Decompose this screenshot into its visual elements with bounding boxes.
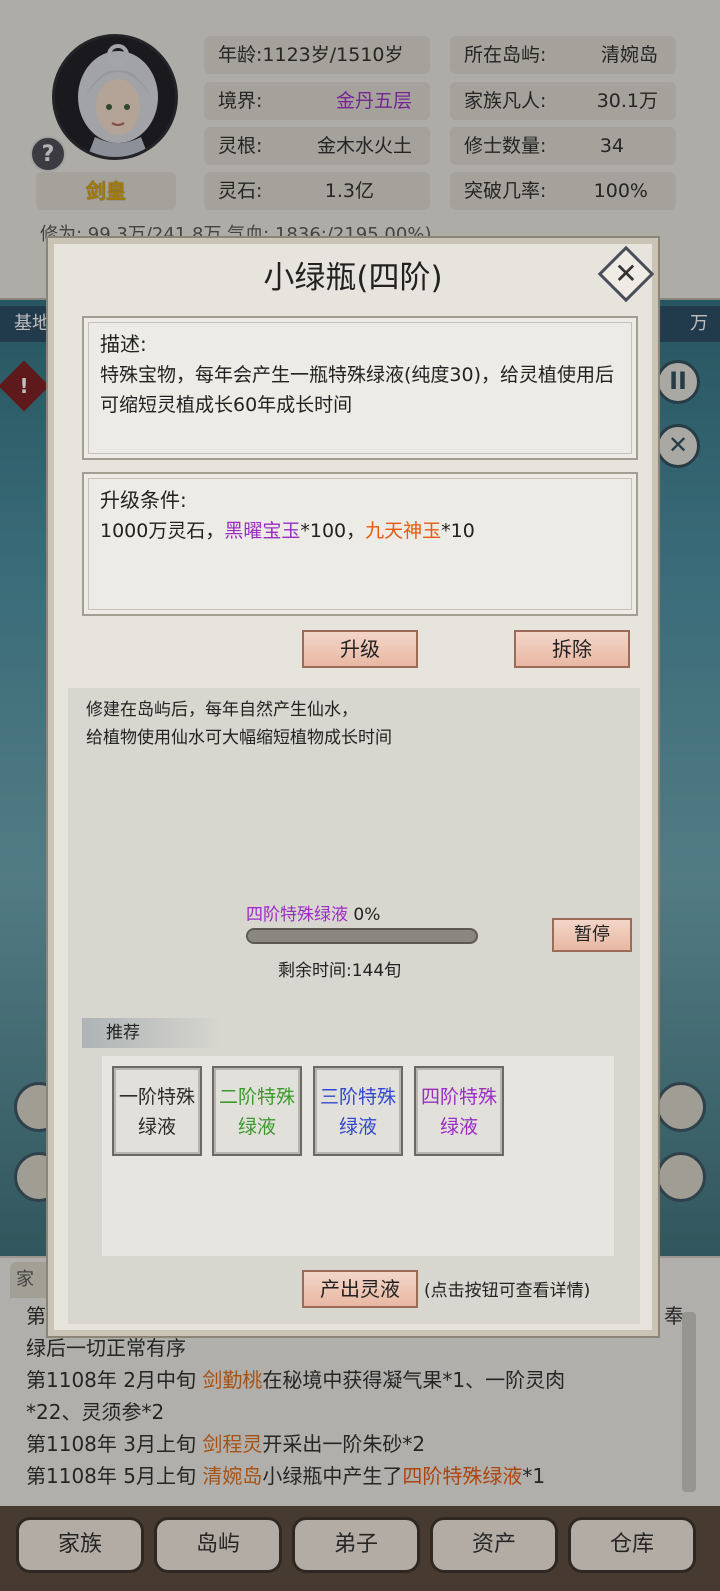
description-text: 特殊宝物，每年会产生一瓶特殊绿液(纯度30)，给灵植使用后可缩短灵植成长60年成… [100,364,615,416]
output-hint: (点击按钮可查看详情) [424,1281,591,1301]
upgrade-part: 1000万灵石， [100,520,225,542]
upgrade-part-material: 九天神玉 [365,520,442,542]
dialog-header: 小绿瓶(四阶) ✕ [54,244,655,303]
recommend-item-tier4[interactable]: 四阶特殊 绿液 [414,1066,504,1156]
output-liquid-button[interactable]: 产出灵液 [302,1270,418,1308]
recommend-label: 推荐 [82,1018,222,1048]
dialog-title: 小绿瓶(四阶) [263,260,443,296]
upgrade-part-material: 黑曜宝玉 [224,520,301,542]
recommend-item-tier2[interactable]: 二阶特殊 绿液 [212,1066,302,1156]
description-heading: 描述: [100,332,147,356]
production-item: 四阶特殊绿液 [246,905,348,925]
upgrade-heading: 升级条件: [100,488,187,512]
recommend-item-tier3[interactable]: 三阶特殊 绿液 [313,1066,403,1156]
production-progress-bar [246,928,478,944]
upgrade-button[interactable]: 升级 [302,630,418,668]
pause-button[interactable]: 暂停 [552,918,632,952]
upgrade-requirements: 1000万灵石，黑曜宝玉*100，九天神玉*10 [100,516,620,546]
recommend-list: 一阶特殊 绿液 二阶特殊 绿液 三阶特殊 绿液 四阶特殊 绿液 [102,1056,614,1256]
upgrade-part: *100， [300,520,366,542]
description-box: 描述: 特殊宝物，每年会产生一瓶特殊绿液(纯度30)，给灵植使用后可缩短灵植成长… [82,316,638,460]
upgrade-box: 升级条件: 1000万灵石，黑曜宝玉*100，九天神玉*10 [82,472,638,616]
production-label: 四阶特殊绿液 0% [246,900,380,925]
dismantle-button[interactable]: 拆除 [514,630,630,668]
production-percent: 0% [353,905,381,925]
treasure-dialog: 小绿瓶(四阶) ✕ 描述: 特殊宝物，每年会产生一瓶特殊绿液(纯度30)，给灵植… [48,238,658,1336]
recommend-item-tier1[interactable]: 一阶特殊 绿液 [112,1066,202,1156]
remaining-time: 剩余时间:144旬 [278,961,402,981]
production-panel: 修建在岛屿后，每年自然产生仙水， 给植物使用仙水可大幅缩短植物成长时间 四阶特殊… [68,688,640,1324]
building-description: 修建在岛屿后，每年自然产生仙水， 给植物使用仙水可大幅缩短植物成长时间 [86,700,392,748]
upgrade-part: *10 [441,520,475,542]
